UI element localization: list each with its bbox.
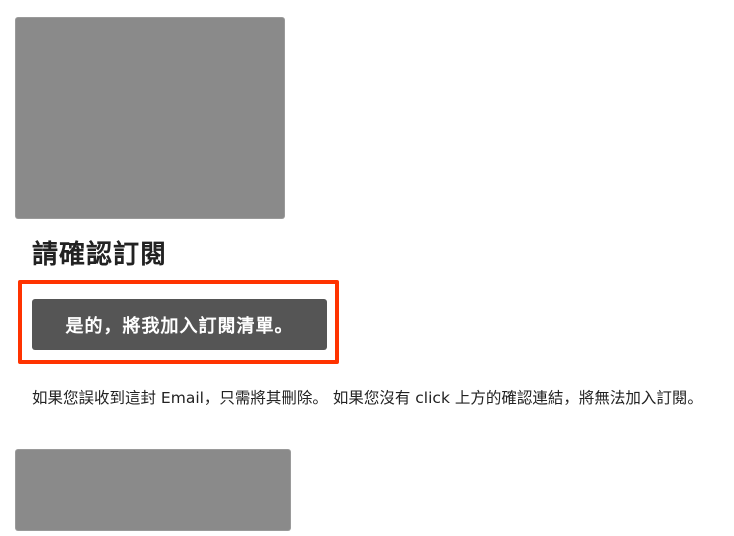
page-title: 請確認訂閱 [32, 240, 168, 270]
notice-text: 如果您誤收到這封 Email，只需將其刪除。 如果您沒有 click 上方的確認… [32, 389, 703, 407]
confirm-subscription-button[interactable]: 是的，將我加入訂閱清單。 [32, 299, 327, 350]
footer-image-redacted [16, 450, 290, 530]
header-image-redacted [16, 18, 284, 218]
